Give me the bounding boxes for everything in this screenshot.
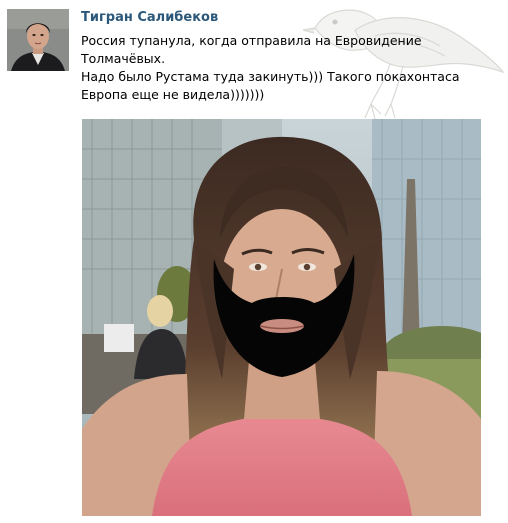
post-text-line: Россия тупанула, когда отправила на Евро…: [81, 33, 422, 48]
post-text-line: Толмачёвых.: [81, 51, 166, 66]
post-text-line: Надо было Рустама туда закинуть))) Таког…: [81, 69, 460, 84]
post-text-line: Европа еще не видела))))))): [81, 87, 265, 102]
post-photo[interactable]: [82, 119, 481, 516]
author-avatar[interactable]: [7, 9, 69, 71]
author-name-link[interactable]: Тигран Салибеков: [81, 10, 218, 25]
author-avatar-image: [7, 9, 69, 71]
post-text: Россия тупанула, когда отправила на Евро…: [81, 32, 481, 104]
wall-post: Тигран Салибеков Россия тупанула, когда …: [0, 0, 508, 523]
selfie-photo-image: [82, 119, 481, 516]
